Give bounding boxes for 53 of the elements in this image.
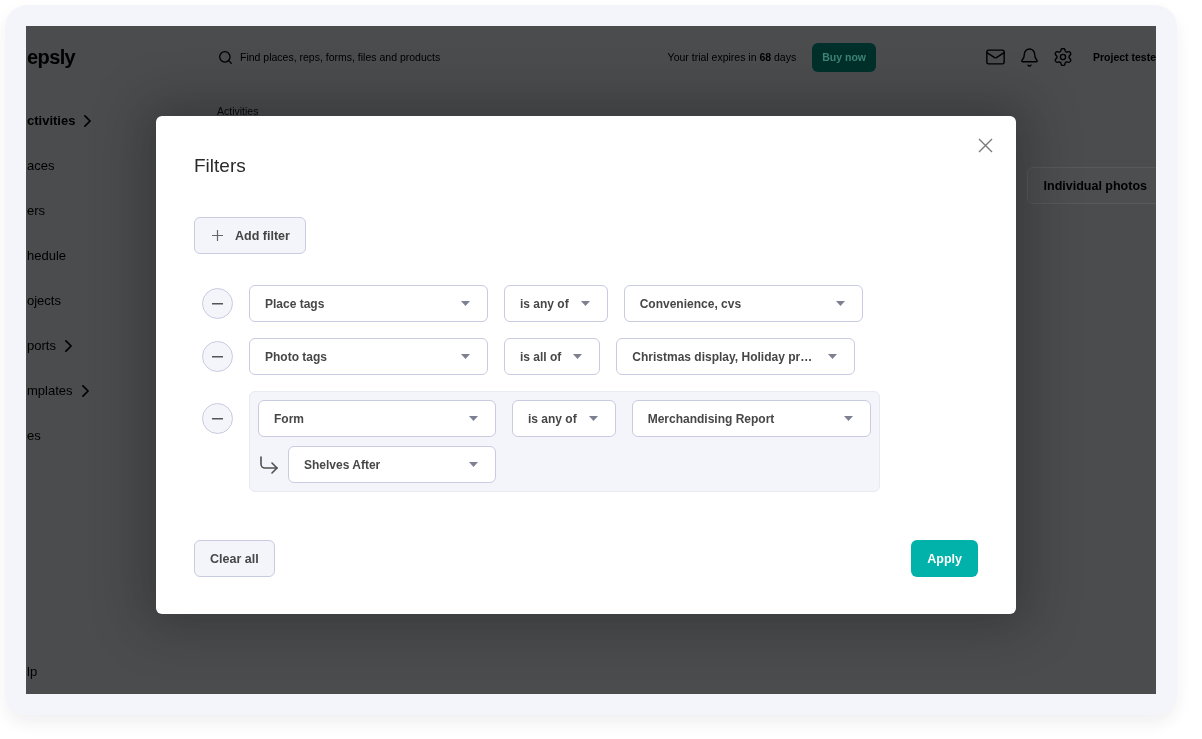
settings-icon[interactable]	[1053, 48, 1072, 66]
operator-select[interactable]: is any of	[504, 285, 608, 322]
remove-filter-button[interactable]	[202, 341, 233, 372]
search-field[interactable]: Find places, reps, forms, files and products	[240, 51, 480, 63]
value-select[interactable]: Convenience, cvs	[623, 285, 863, 322]
caret-icon	[828, 354, 838, 359]
apply-button[interactable]: Apply	[911, 540, 978, 577]
sidebar-item[interactable]: lp	[26, 649, 38, 694]
value-select[interactable]: Merchandising Report	[631, 400, 871, 437]
bell-icon[interactable]	[1020, 47, 1038, 67]
add-filter-button[interactable]: Add filter	[194, 217, 306, 254]
remove-filter-button[interactable]	[202, 288, 233, 319]
individual-photos-button[interactable]: Individual photos	[1026, 167, 1156, 204]
caret-icon	[573, 354, 583, 359]
close-icon[interactable]	[978, 138, 993, 153]
field-select[interactable]: Form	[258, 400, 496, 437]
sidebar-item[interactable]: ojects	[26, 278, 61, 323]
trial-notice: Your trial expires in 68 days	[667, 51, 797, 63]
sidebar-item[interactable]: ers	[26, 188, 46, 233]
corner-arrow-icon	[260, 455, 278, 474]
field-select[interactable]: Photo tags	[249, 338, 488, 375]
sidebar-item[interactable]: aces	[26, 143, 55, 188]
logo: epsly	[26, 45, 76, 70]
caret-icon	[588, 416, 598, 421]
minus-icon	[212, 302, 223, 305]
sidebar-item[interactable]: es	[26, 413, 41, 458]
caret-icon	[469, 462, 478, 467]
operator-select[interactable]: is all of	[504, 338, 601, 375]
caret-icon	[469, 416, 478, 421]
dialog-title: Filters	[194, 154, 246, 178]
sidebar-item[interactable]: ports	[26, 323, 72, 368]
buy-now-button[interactable]: Buy now	[812, 42, 876, 72]
caret-icon	[835, 301, 845, 306]
clear-all-button[interactable]: Clear all	[194, 540, 275, 577]
value-select[interactable]: Christmas display, Holiday pr…	[616, 338, 856, 375]
subfield-select[interactable]: Shelves After	[288, 446, 496, 483]
minus-icon	[212, 355, 223, 358]
breadcrumb: Activities	[217, 104, 259, 118]
plus-icon	[212, 230, 223, 241]
search-icon	[219, 50, 232, 64]
field-select[interactable]: Place tags	[249, 285, 488, 322]
sidebar-item[interactable]: hedule	[26, 233, 67, 278]
caret-icon	[843, 416, 853, 421]
sidebar-item[interactable]: ctivities	[26, 98, 92, 143]
caret-icon	[580, 301, 590, 306]
caret-icon	[461, 354, 470, 359]
sidebar-item[interactable]: mplates	[26, 368, 89, 413]
minus-icon	[212, 417, 223, 420]
operator-select[interactable]: is any of	[512, 400, 616, 437]
mail-icon[interactable]	[985, 49, 1005, 65]
user-name[interactable]: Project teste	[1092, 51, 1156, 63]
remove-filter-button[interactable]	[202, 403, 233, 434]
caret-icon	[461, 301, 470, 306]
